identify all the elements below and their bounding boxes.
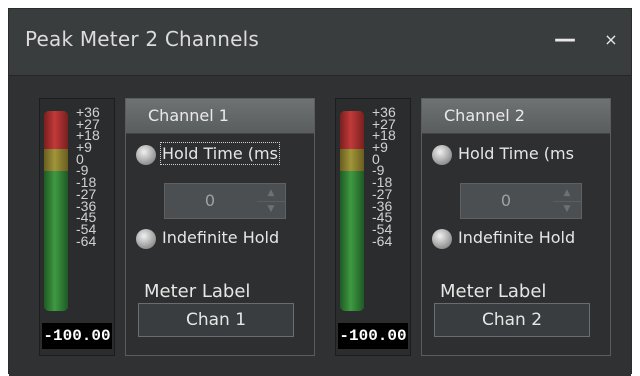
level-meter-bar (340, 111, 364, 311)
channel-settings-panel: Channel 1 Hold Time (ms 0 ▲ ▼ Indefinite… (125, 98, 315, 356)
meter-red-segment (44, 111, 68, 149)
spin-up-arrow-icon[interactable]: ▲ (257, 185, 285, 202)
meter-red-segment (340, 111, 364, 149)
hold-time-value[interactable]: 0 (461, 191, 551, 210)
level-meter: +36 +27 +18 +9 0 -9 -18 -27 -36 -45 -54 … (39, 98, 115, 356)
peak-meter-window: Peak Meter 2 Channels — × +36 +27 +18 +9… (8, 8, 632, 376)
meter-yellow-segment (44, 149, 68, 171)
close-button[interactable]: × (593, 23, 629, 57)
hold-time-label[interactable]: Hold Time (ms (160, 142, 280, 165)
indefinite-hold-label[interactable]: Indefinite Hold (458, 228, 575, 247)
hold-time-value[interactable]: 0 (165, 191, 255, 210)
window-content: +36 +27 +18 +9 0 -9 -18 -27 -36 -45 -54 … (9, 75, 631, 376)
scale-tick: -64 (76, 232, 97, 249)
hold-time-spinbox[interactable]: 0 ▲ ▼ (164, 183, 286, 219)
channel-title: Channel 2 (444, 106, 525, 125)
level-meter-bar (44, 111, 68, 311)
channel-settings-panel: Channel 2 Hold Time (ms 0 ▲ ▼ Indefinite… (421, 98, 611, 356)
panel-header: Channel 1 (126, 99, 314, 134)
peak-value-readout: -100.00 (42, 323, 112, 349)
meter-label-input[interactable]: Chan 1 (138, 303, 294, 337)
indefinite-hold-label[interactable]: Indefinite Hold (162, 228, 279, 247)
meter-yellow-segment (340, 149, 364, 171)
radio-button-icon[interactable] (136, 229, 156, 249)
spin-down-arrow-icon[interactable]: ▼ (257, 201, 285, 217)
meter-green-segment (340, 171, 364, 311)
spin-down-arrow-icon[interactable]: ▼ (553, 201, 581, 217)
peak-value-readout: -100.00 (338, 323, 408, 349)
meter-scale: +36 +27 +18 +9 0 -9 -18 -27 -36 -45 -54 … (76, 105, 116, 249)
meter-green-segment (44, 171, 68, 311)
spin-up-arrow-icon[interactable]: ▲ (553, 185, 581, 202)
window-title: Peak Meter 2 Channels (25, 27, 259, 51)
scale-tick: -64 (372, 232, 393, 249)
meter-label-caption: Meter Label (440, 281, 547, 302)
minimize-button[interactable]: — (547, 23, 583, 57)
hold-time-spinbox[interactable]: 0 ▲ ▼ (460, 183, 582, 219)
hold-time-label[interactable]: Hold Time (ms (458, 144, 574, 163)
title-bar[interactable]: Peak Meter 2 Channels — × (9, 9, 631, 73)
level-meter: +36 +27 +18 +9 0 -9 -18 -27 -36 -45 -54 … (335, 98, 411, 356)
meter-scale: +36 +27 +18 +9 0 -9 -18 -27 -36 -45 -54 … (372, 105, 412, 249)
radio-button-icon[interactable] (432, 229, 452, 249)
meter-label-caption: Meter Label (144, 281, 251, 302)
radio-button-icon[interactable] (432, 145, 452, 165)
panel-header: Channel 2 (422, 99, 610, 134)
radio-button-icon[interactable] (136, 145, 156, 165)
channel-title: Channel 1 (148, 106, 229, 125)
meter-label-input[interactable]: Chan 2 (434, 303, 590, 337)
